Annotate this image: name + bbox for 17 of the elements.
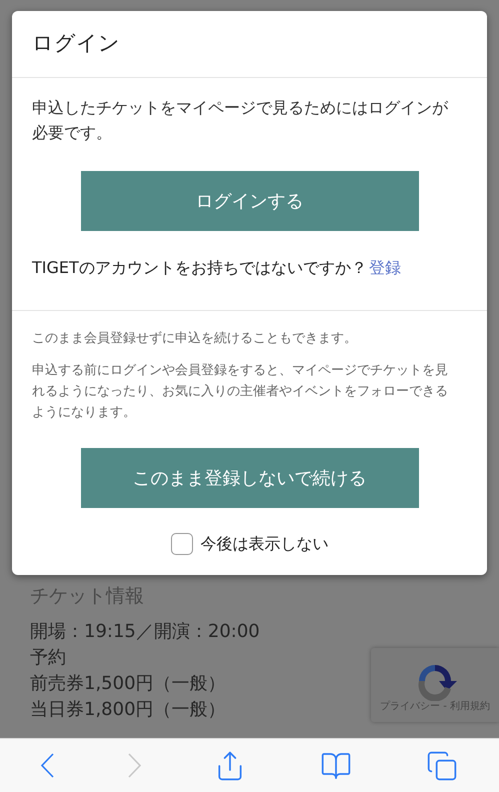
dialog-title: ログイン xyxy=(32,30,120,58)
checkbox-label: 今後は表示しない xyxy=(200,533,328,555)
login-message: 申込したチケットをマイページで見るためにはログインが必要です。 xyxy=(32,97,450,144)
ticket-info-line: 前売券1,500円（一般） xyxy=(30,672,226,696)
signup-prompt: TIGETのアカウントをお持ちではないですか？ xyxy=(32,257,367,279)
tabs-icon xyxy=(426,750,458,782)
chevron-left-icon xyxy=(40,753,54,778)
ticket-info-line: 当日券1,800円（一般） xyxy=(30,698,226,722)
login-button[interactable]: ログインする xyxy=(80,171,418,231)
ticket-info-line: 開場：19:15／開演：20:00 xyxy=(30,620,260,644)
checkbox[interactable] xyxy=(170,533,192,555)
signup-link[interactable]: 登録 xyxy=(368,256,401,280)
guest-description: 申込する前にログインや会員登録をすると、マイページでチケットを見れるようになったり、お気に入りの主催者やイベントをフォローできるようになります。 xyxy=(32,362,449,422)
continue-button[interactable]: このまま登録しないで続ける xyxy=(80,448,418,508)
ticket-info-line: 予約 xyxy=(30,646,66,670)
guest-note: このまま会員登録せずに申込を続けることもできます。 xyxy=(32,330,358,348)
chevron-right-icon xyxy=(128,753,141,778)
